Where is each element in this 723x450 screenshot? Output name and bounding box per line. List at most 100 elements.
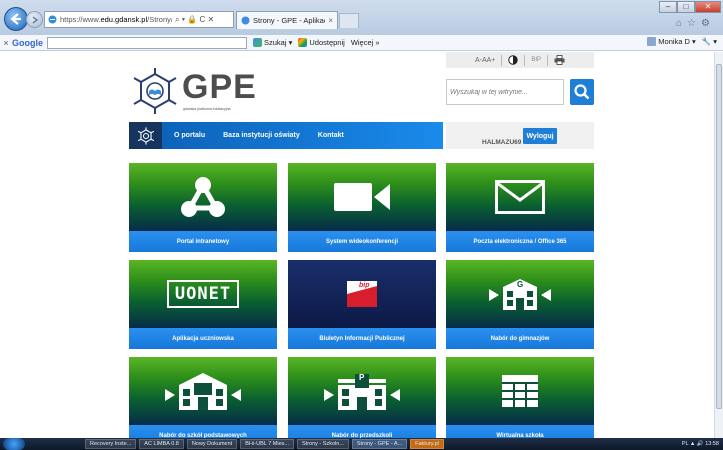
tile-label: Biuletyn Informacji Publicznej [288,328,436,349]
bip-link[interactable]: BIP [531,57,541,63]
google-logo: Google [12,37,43,48]
tile-label: Portal intranetowy [129,231,277,252]
gpe-emblem-icon [137,126,154,145]
logout-button[interactable]: Wyloguj [523,128,557,144]
address-url[interactable]: https://www.edu.gdansk.pl/Strony/GPE-···… [60,15,172,24]
taskbar-item[interactable]: Nowy Dokument [186,439,238,449]
back-button[interactable] [4,7,28,31]
window-controls: – □ ✕ [659,1,721,13]
toolbar-close-icon[interactable]: × [0,38,12,48]
minimize-button[interactable]: – [659,1,677,13]
user-name: HALMAZU69 [482,139,522,146]
tile-primary-school-recruitment[interactable]: SP Nabór do szkół podstawowych [129,357,277,438]
tile-label: Nabór do przedszkoli [288,425,436,438]
tile-label: Poczta elektroniczna / Office 365 [446,231,594,252]
page-content: GPE gdańska platforma edukacyjna A-AA+ B… [0,52,714,438]
windows-taskbar: Recovery Inste... AC LIMBA 0.8 Nowy Doku… [0,438,723,450]
vertical-scrollbar[interactable] [714,52,723,438]
nav-home-button[interactable] [129,122,162,149]
font-size-toggle[interactable]: A-AA+ [475,57,495,64]
nav-contact[interactable]: Kontakt [318,132,344,139]
bip-logo-text: bip [359,282,370,289]
nav-about[interactable]: O portalu [174,132,205,139]
envelope-icon [495,180,545,214]
google-search-button[interactable]: Szukaj ▾ [253,38,292,47]
forward-button[interactable] [26,11,43,28]
browser-title-bar: https://www.edu.gdansk.pl/Strony/GPE-···… [0,0,723,35]
share-icon [298,38,308,47]
taskbar-item[interactable]: Bl-ii-UBL 7 Mies... [240,439,294,449]
tile-icon-area: bip [288,260,436,328]
tile-label: Wirtualna szkoła [446,425,594,438]
tile-email-office365[interactable]: Poczta elektroniczna / Office 365 [446,163,594,252]
tile-label: Aplikacja uczniowska [129,328,277,349]
uonet-logo: UONET [166,280,240,308]
google-toolbar: × Google Szukaj ▾ Udostępnij Więcej » Mo… [0,35,723,51]
start-button[interactable] [3,438,25,450]
school-badge: SP [196,376,207,385]
tile-middle-school-recruitment[interactable]: G Nabór do gimnazjów [446,260,594,349]
tile-icon-area [129,163,277,231]
system-tray[interactable]: PL ▲ 🔊 13:58 [682,441,723,447]
taskbar-item[interactable]: Faktury.pl [410,439,444,449]
tile-icon-area [288,163,436,231]
printer-icon[interactable] [554,55,565,65]
arrow-left-icon [10,13,21,25]
close-window-button[interactable]: ✕ [695,1,721,13]
tab-label: Strony - GPE - Aplikacje [253,16,325,25]
tile-label: System wideokonferencji [288,231,436,252]
divider [524,54,526,66]
search-icon [574,84,590,100]
tile-icon-area: UONET [129,260,277,328]
contrast-icon[interactable] [508,55,519,65]
bip-logo: bip [347,281,377,307]
tile-label: Nabór do gimnazjów [446,328,594,349]
nav-institutions-database[interactable]: Baza instytucji oświaty [223,132,300,139]
taskbar-item-active[interactable]: Strony - GPE - A... [351,439,408,449]
user-account[interactable]: Monika D ▾ 🔧 ▾ [647,37,717,46]
gpe-logo[interactable]: GPE gdańska platforma edukacyjna [130,66,256,116]
tile-bip[interactable]: bip Biuletyn Informacji Publicznej [288,260,436,349]
address-bar[interactable]: https://www.edu.gdansk.pl/Strony/GPE-···… [44,11,234,28]
site-search-input[interactable] [446,79,564,105]
tile-icon-area: P [288,357,436,425]
maximize-button[interactable]: □ [677,1,695,13]
wrench-icon[interactable]: 🔧 ▾ [702,37,717,46]
new-tab-button[interactable] [339,13,359,28]
tile-virtual-school[interactable]: Wirtualna szkoła [446,357,594,438]
tile-icon-area [446,163,594,231]
user-avatar-icon [647,37,657,46]
taskbar-item[interactable]: Strony - Szkoln... [297,439,349,449]
divider [547,54,549,66]
tab-gpe-apps[interactable]: Strony - GPE - Aplikacje × [236,11,338,29]
school-badge: G [517,280,524,289]
arrow-right-icon [32,16,39,24]
school-badge: P [359,373,365,382]
accessibility-bar: A-AA+ BIP [446,52,594,68]
tab-favicon-icon [241,16,250,25]
tile-video-conference[interactable]: System wideokonferencji [288,163,436,252]
table-grid-icon [502,375,538,407]
share-button[interactable]: Udostępnij [298,38,345,47]
scrollbar-thumb[interactable] [716,64,722,409]
network-icon [181,177,225,217]
google-search-input[interactable] [47,36,247,49]
more-button[interactable]: Więcej » [351,38,380,47]
site-search-button[interactable] [570,79,594,105]
tile-icon-area [446,357,594,425]
tile-preschool-recruitment[interactable]: P Nabór do przedszkoli [288,357,436,438]
tile-student-app[interactable]: UONET Aplikacja uczniowska [129,260,277,349]
logo-text: GPE [182,68,257,106]
taskbar-item[interactable]: Recovery Inste... [85,439,137,449]
user-panel: HALMAZU69 Wyloguj [446,122,594,149]
video-camera-icon [334,183,390,211]
address-bar-icons[interactable]: ⌕ ▾ 🔒 C ✕ [175,15,214,25]
taskbar-item[interactable]: AC LIMBA 0.8 [139,439,184,449]
home-favorites-settings-icons[interactable]: ⌂☆⚙ [676,18,715,29]
search-icon [253,38,262,47]
logo-subtitle: gdańska platforma edukacyjna [183,107,231,111]
divider [501,54,503,66]
tab-close-icon[interactable]: × [328,16,333,25]
tile-intranet-portal[interactable]: Portal intranetowy [129,163,277,252]
main-navigation: O portalu Baza instytucji oświaty Kontak… [129,122,443,149]
